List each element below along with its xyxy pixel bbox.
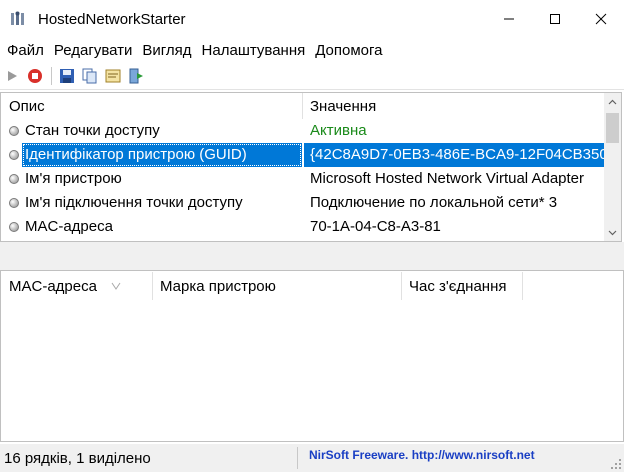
maximize-icon (550, 14, 560, 24)
column-header-device-brand[interactable]: Марка пристрою (160, 272, 276, 300)
menu-bar: Файл Редагувати Вигляд Налаштування Допо… (0, 38, 624, 62)
start-icon (8, 70, 17, 81)
row-value: {42C8A9D7-0EB3-486E-BCA9-12F04CB350BE (310, 146, 605, 163)
nirsoft-link[interactable]: NirSoft Freeware. http://www.nirsoft.net (309, 448, 535, 462)
list-row[interactable]: Ім'я пристрою Microsoft Hosted Network V… (1, 167, 605, 191)
row-value: Активна (310, 122, 367, 139)
minimize-icon (504, 18, 514, 20)
column-header-value[interactable]: Значення (310, 93, 376, 119)
bullet-icon (9, 150, 19, 160)
menu-options[interactable]: Налаштування (197, 42, 311, 59)
scroll-thumb[interactable] (606, 113, 619, 143)
toolbar-separator (51, 66, 52, 85)
toolbar (0, 62, 624, 90)
start-button[interactable] (3, 67, 21, 85)
app-icon (10, 11, 26, 27)
properties-button[interactable] (104, 67, 122, 85)
exit-button[interactable] (127, 67, 145, 85)
pane-splitter[interactable] (0, 242, 624, 270)
bullet-icon (9, 222, 19, 232)
column-divider[interactable] (302, 93, 303, 119)
title-bar: HostedNetworkStarter (0, 0, 624, 38)
sort-descending-icon (111, 282, 121, 290)
maximize-button[interactable] (532, 0, 578, 38)
column-header-connection-time[interactable]: Час з'єднання (409, 272, 506, 300)
minimize-button[interactable] (486, 0, 532, 38)
status-separator (297, 447, 298, 469)
scroll-down-button[interactable] (604, 224, 621, 241)
scroll-up-button[interactable] (604, 93, 621, 110)
stop-icon (28, 68, 42, 83)
copy-icon (82, 68, 97, 83)
list-row-selected[interactable]: Ідентифікатор пристрою (GUID) {42C8A9D7-… (1, 143, 605, 167)
close-icon (595, 13, 607, 25)
row-description: MAC-адреса (25, 218, 113, 235)
chevron-down-icon (608, 230, 617, 235)
vertical-scrollbar[interactable] (604, 93, 621, 241)
row-description: Стан точки доступу (25, 122, 160, 139)
row-value: 70-1A-04-C8-A3-81 (310, 218, 441, 235)
copy-button[interactable] (81, 67, 99, 85)
list-row[interactable]: MAC-адреса 70-1A-04-C8-A3-81 (1, 215, 605, 239)
column-header-description[interactable]: Опис (9, 93, 45, 119)
bullet-icon (9, 174, 19, 184)
chevron-up-icon (608, 99, 617, 104)
row-description: Ім'я підключення точки доступу (25, 194, 243, 211)
row-value: Microsoft Hosted Network Virtual Adapter (310, 170, 585, 187)
column-divider[interactable] (401, 272, 402, 300)
menu-help[interactable]: Допомога (310, 42, 387, 59)
column-divider[interactable] (522, 272, 523, 300)
column-header-label: MAC-адреса (9, 277, 97, 295)
row-description: Ідентифікатор пристрою (GUID) (25, 146, 247, 163)
menu-file[interactable]: Файл (2, 42, 49, 59)
properties-list[interactable]: Опис Значення Стан точки доступу Активна… (0, 92, 622, 242)
properties-icon (105, 69, 121, 82)
column-divider[interactable] (152, 272, 153, 300)
menu-edit[interactable]: Редагувати (49, 42, 138, 59)
column-header-mac-address[interactable]: MAC-адреса (9, 272, 121, 300)
status-count: 16 рядків, 1 виділено (4, 450, 151, 467)
menu-view[interactable]: Вигляд (137, 42, 196, 59)
list-row[interactable]: Ім'я підключення точки доступу Подключен… (1, 191, 605, 215)
status-bar: 16 рядків, 1 виділено NirSoft Freeware. … (0, 444, 624, 472)
save-button[interactable] (58, 67, 76, 85)
bullet-icon (9, 126, 19, 136)
close-button[interactable] (578, 0, 624, 38)
list-row[interactable]: Стан точки доступу Активна (1, 119, 605, 143)
row-description: Ім'я пристрою (25, 170, 122, 187)
window-title: HostedNetworkStarter (38, 10, 186, 28)
row-value: Подключение по локальной сети* 3 (310, 194, 558, 211)
save-icon (60, 68, 74, 83)
stop-button[interactable] (26, 67, 44, 85)
connected-devices-list[interactable]: MAC-адреса Марка пристрою Час з'єднання (0, 270, 624, 442)
bullet-icon (9, 198, 19, 208)
exit-icon (129, 68, 143, 83)
resize-grip-icon[interactable] (610, 458, 622, 470)
